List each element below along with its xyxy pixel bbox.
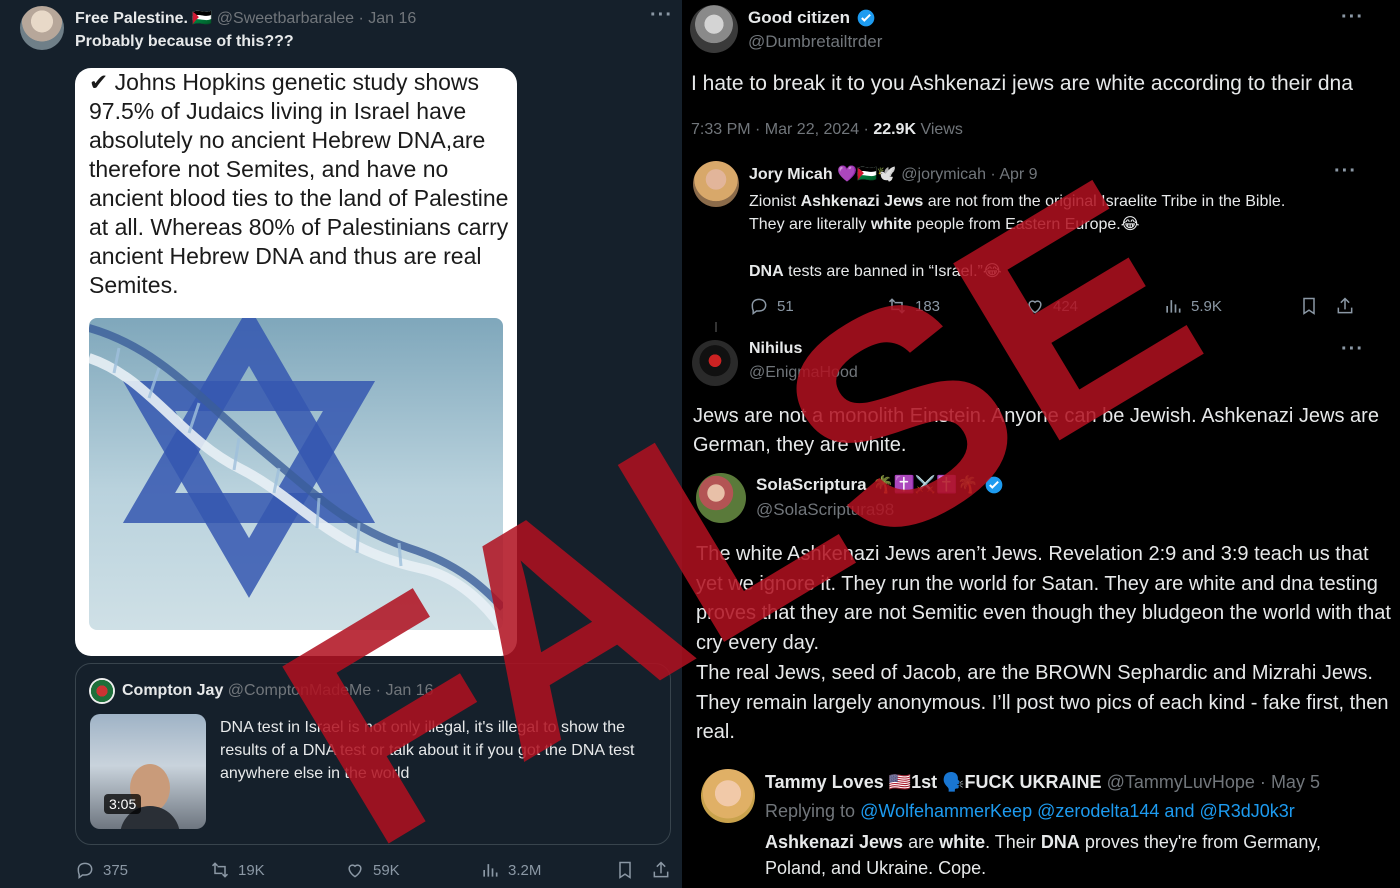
like-button[interactable]: 424 [1025, 296, 1078, 316]
repost-button[interactable]: 183 [887, 296, 940, 316]
like-count: 59K [373, 861, 400, 879]
post-meta: 7:33 PM · Mar 22, 2024 · 22.9K Views [691, 121, 963, 139]
reply-author-avatar[interactable] [693, 161, 739, 207]
author-flag: 🇵🇸 [192, 10, 213, 27]
repost-button[interactable]: 19K [210, 860, 265, 880]
replying-to-line: Replying to @WolfehammerKeep @zerodelta1… [765, 801, 1295, 822]
reply-date[interactable]: May 5 [1271, 772, 1320, 792]
author-avatar[interactable] [690, 5, 738, 53]
reply-author-avatar[interactable] [696, 473, 746, 523]
reply-author-handle[interactable]: @SolaScriptura98 [756, 500, 894, 520]
reply-paragraph-2: The real Jews, seed of Jacob, are the BR… [696, 661, 1389, 744]
reply-icon [77, 862, 93, 879]
reply-text: Ashkenazi Jews are white. Their DNA prov… [765, 832, 1321, 878]
reply-count: 51 [777, 297, 794, 315]
views-count: 5.9K [1191, 297, 1222, 315]
left-post-panel: Free Palestine. 🇵🇸 @Sweetbarbaralee · Ja… [0, 0, 682, 888]
quote-author-handle[interactable]: @ComptonMadeMe [228, 682, 371, 699]
more-options-icon[interactable]: ··· [650, 4, 673, 27]
quote-header: Compton Jay @ComptonMadeMe · Jan 16 [122, 682, 434, 699]
reply-header: SolaScriptura 🌴✝️⚔️✝️🌴 [756, 475, 1004, 495]
reply-author-name[interactable]: Jory Micah [749, 166, 833, 183]
author-name[interactable]: Free Palestine. [75, 10, 188, 27]
repost-count: 19K [238, 861, 265, 879]
reply-header: Tammy Loves 🇺🇸1st 🗣️FUCK UKRAINE @TammyL… [765, 772, 1320, 792]
reply-author-emoji: 💜🇵🇸🕊️ [837, 166, 897, 183]
quote-date: Jan 16 [385, 682, 434, 699]
image-caption: ✔ Johns Hopkins genetic study shows 97.5… [89, 69, 509, 298]
views-button[interactable]: 5.9K [1163, 296, 1222, 316]
reply-date[interactable]: Apr 9 [999, 166, 1037, 183]
more-options-icon[interactable]: ··· [1341, 6, 1364, 29]
repost-icon [888, 298, 906, 314]
reply-text: The white Ashkenazi Jews aren’t Jews. Re… [696, 540, 1396, 748]
share-button[interactable] [651, 860, 671, 880]
post-text: I hate to break it to you Ashkenazi jews… [691, 72, 1353, 95]
post-date[interactable]: Jan 16 [368, 10, 416, 27]
quote-video-thumbnail[interactable]: 3:05 [90, 714, 206, 829]
views-count: 22.9K [873, 121, 917, 138]
reply-author-handle[interactable]: @TammyLuvHope [1107, 772, 1255, 792]
reply-text: Zionist Ashkenazi Jews are not from the … [749, 193, 1286, 280]
post-header: Free Palestine. 🇵🇸 @Sweetbarbaralee · Ja… [75, 10, 417, 27]
reply-count: 375 [103, 861, 129, 879]
share-button[interactable] [1335, 296, 1355, 316]
repost-icon [211, 862, 229, 878]
reply-author-avatar[interactable] [692, 340, 738, 386]
more-options-icon[interactable]: ··· [1341, 338, 1364, 361]
share-icon [1337, 297, 1353, 314]
reply-author-name[interactable]: Tammy Loves 🇺🇸1st 🗣️FUCK UKRAINE [765, 772, 1102, 792]
views-icon [483, 864, 498, 877]
reply-author-handle[interactable]: @EnigmaHood [749, 364, 858, 382]
replying-to-label: Replying to [765, 801, 861, 821]
dna-star-image [89, 318, 503, 630]
quote-text: DNA test in Israel is not only illegal, … [220, 719, 635, 782]
post-header: Good citizen [748, 8, 876, 28]
reply-paragraph-1: The white Ashkenazi Jews aren’t Jews. Re… [696, 543, 1391, 655]
more-options-icon[interactable]: ··· [1334, 160, 1357, 183]
views-count: 3.2M [508, 861, 542, 879]
views-icon [1166, 300, 1181, 313]
reply-author-name[interactable]: SolaScriptura [756, 475, 867, 495]
bookmark-icon [619, 861, 631, 879]
star-of-david-icon [89, 318, 503, 630]
reply-author-emoji: 🌴✝️⚔️✝️🌴 [872, 475, 979, 494]
share-icon [653, 861, 669, 878]
verified-badge-icon [857, 9, 875, 27]
reply-icon [751, 298, 767, 315]
views-button[interactable]: 3.2M [480, 860, 541, 880]
replying-to-links[interactable]: @WolfehammerKeep @zerodelta144 and @R3dJ… [860, 801, 1295, 821]
reply-button[interactable]: 375 [75, 860, 128, 880]
verified-badge-icon [986, 476, 1003, 494]
bookmark-button[interactable] [1299, 296, 1319, 316]
like-count: 424 [1053, 297, 1079, 315]
bookmark-icon [1303, 297, 1315, 315]
right-thread-panel: Good citizen @Dumbretailtrder ··· I hate… [683, 0, 1400, 888]
reply-author-name[interactable]: Nihilus [749, 340, 802, 358]
bookmark-button[interactable] [615, 860, 635, 880]
repost-count: 183 [915, 297, 941, 315]
reply-button[interactable]: 51 [749, 296, 794, 316]
heart-icon [1028, 300, 1042, 314]
quote-author-avatar [89, 678, 115, 704]
reply-author-avatar[interactable] [701, 769, 755, 823]
author-handle[interactable]: @Dumbretailtrder [748, 32, 882, 52]
author-handle[interactable]: @Sweetbarbaralee [217, 10, 354, 27]
reply-author-handle[interactable]: @jorymicah [901, 166, 986, 183]
reply-text: Jews are not a monolith Einstein. Anyone… [693, 405, 1379, 456]
quoted-tweet[interactable]: Compton Jay @ComptonMadeMe · Jan 16 3:05… [75, 663, 671, 845]
thread-connector [715, 322, 717, 332]
heart-icon [348, 864, 362, 878]
post-image-card[interactable]: ✔ Johns Hopkins genetic study shows 97.5… [75, 68, 517, 656]
post-text: Probably because of this??? [75, 33, 294, 50]
views-label: Views [920, 121, 963, 138]
author-avatar[interactable] [20, 6, 64, 50]
like-button[interactable]: 59K [345, 860, 400, 880]
video-duration: 3:05 [104, 794, 142, 814]
reply-header: Jory Micah 💜🇵🇸🕊️ @jorymicah · Apr 9 [749, 166, 1038, 183]
author-name[interactable]: Good citizen [748, 8, 850, 28]
quote-author-name[interactable]: Compton Jay [122, 682, 223, 699]
post-timestamp[interactable]: 7:33 PM · Mar 22, 2024 · [691, 121, 869, 138]
